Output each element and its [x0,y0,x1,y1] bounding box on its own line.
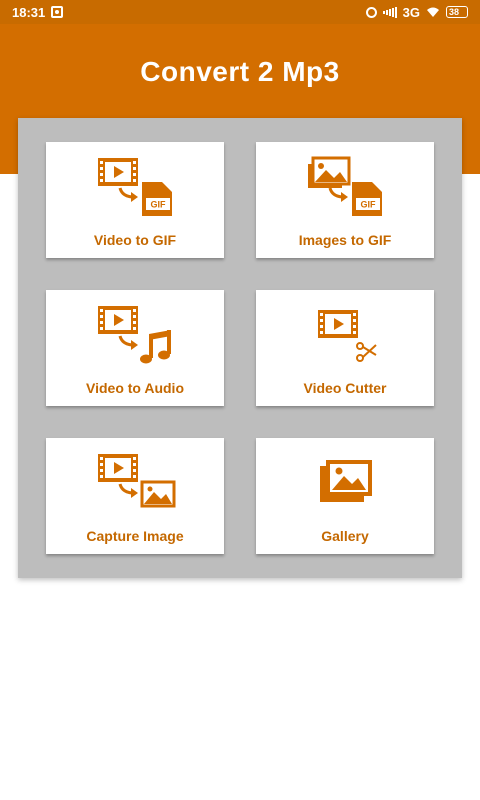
status-left: 18:31 [12,4,64,20]
tile-label: Video to Audio [86,380,184,396]
signal-icon [382,6,397,18]
network-type: 3G [402,4,420,20]
video-to-audio-button[interactable]: Video to Audio [46,290,224,406]
video-to-gif-button[interactable]: GIF Video to GIF [46,142,224,258]
gallery-button[interactable]: Gallery [256,438,434,554]
wifi-icon [426,7,440,18]
gif-badge: GIF [361,200,377,210]
status-bar: 18:31 3G 38 [0,0,480,24]
tile-label: Video to GIF [93,232,177,248]
tile-label: Images to GIF [298,232,392,248]
status-time: 18:31 [12,4,46,20]
video-cutter-icon [318,310,377,362]
battery-icon: 38 [446,6,468,18]
video-to-audio-icon [98,306,171,364]
images-to-gif-icon: GIF [308,156,382,216]
gallery-icon [320,460,372,502]
alarm-icon [365,6,377,18]
menu-panel: GIF Video to GIF GIF Images to GIF Video… [18,118,462,578]
gif-badge: GIF [151,200,167,210]
notification-icon [51,6,64,18]
app-title: Convert 2 Mp3 [140,56,340,87]
capture-image-button[interactable]: Capture Image [46,438,224,554]
tile-label: Capture Image [86,528,184,544]
capture-image-icon [98,454,176,508]
video-cutter-button[interactable]: Video Cutter [256,290,434,406]
tile-label: Video Cutter [303,380,387,396]
video-to-gif-icon: GIF [98,158,172,216]
tile-label: Gallery [321,528,369,544]
status-right: 3G 38 [365,4,468,20]
images-to-gif-button[interactable]: GIF Images to GIF [256,142,434,258]
